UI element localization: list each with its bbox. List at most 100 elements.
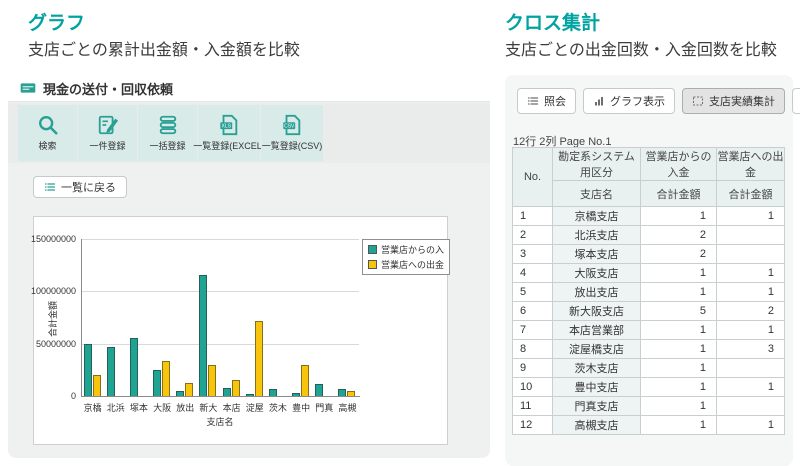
toolbar-button-label: 一覧登録(EXCEL) <box>193 139 265 152</box>
bulk-register-icon <box>157 114 179 136</box>
x-axis-tick-label: 放出 <box>174 401 197 414</box>
col-header-deposit-total: 合計金額 <box>641 181 717 207</box>
cell-no: 1 <box>513 207 553 226</box>
legend-item: 営業店からの入 <box>368 243 444 256</box>
bar-deposit-高槻 <box>338 389 346 396</box>
list-icon <box>527 95 539 107</box>
cross-tab-button-1[interactable]: 照会 <box>517 88 576 114</box>
cell-deposit-count: 1 <box>641 321 717 340</box>
svg-text:CSV: CSV <box>284 124 295 130</box>
right-panel-title: クロス集計 <box>505 8 600 35</box>
cell-no: 12 <box>513 416 553 435</box>
bar-withdrawal-新大 <box>208 365 216 396</box>
button-label: グラフ表示 <box>610 93 665 109</box>
cash-icon <box>20 81 36 95</box>
window-title: 現金の送付・回収依頼 <box>43 79 173 98</box>
toolbar-button-label: 一覧登録(CSV) <box>262 139 323 152</box>
back-to-list-button[interactable]: 一覧に戻る <box>33 176 127 198</box>
toolbar-button-1[interactable]: 検索 <box>18 105 77 161</box>
table-row: 8淀屋橋支店13 <box>513 340 785 359</box>
x-axis-line <box>81 396 360 397</box>
table-header: No.勘定系システム用区分営業店からの入金営業店への出金支店名合計金額合計金額 <box>513 148 785 207</box>
cell-no: 5 <box>513 283 553 302</box>
cell-withdrawal-count <box>717 226 785 245</box>
cell-deposit-count: 1 <box>641 397 717 416</box>
legend-label: 営業店からの入 <box>381 243 444 256</box>
cell-deposit-count: 2 <box>641 245 717 264</box>
cell-deposit-count: 1 <box>641 264 717 283</box>
x-axis-tick-label: 大阪 <box>151 401 174 414</box>
cell-withdrawal-count: 1 <box>717 283 785 302</box>
cell-deposit-count: 1 <box>641 207 717 226</box>
table-row: 7本店営業部11 <box>513 321 785 340</box>
cross-tab-panel: 照会グラフ表示支店実績集計ダウンロード(EXCEL) 12行 2列 Page N… <box>505 75 793 466</box>
legend-swatch <box>368 245 377 254</box>
table-row: 12高槻支店11 <box>513 416 785 435</box>
col-header-no: No. <box>513 148 553 207</box>
toolbar-button-4[interactable]: XLS一覧登録(EXCEL) <box>198 105 260 161</box>
table-row: 1京橋支店11 <box>513 207 785 226</box>
left-panel-subtitle: 支店ごとの累計出金額・入金額を比較 <box>28 36 300 60</box>
bar-withdrawal-放出 <box>185 383 193 396</box>
cell-withdrawal-count: 1 <box>717 264 785 283</box>
cell-withdrawal-count: 1 <box>717 378 785 397</box>
cell-withdrawal-count: 3 <box>717 340 785 359</box>
cell-no: 8 <box>513 340 553 359</box>
bar-withdrawal-京橋 <box>93 375 101 396</box>
col-header-system: 勘定系システム用区分 <box>553 148 641 181</box>
cross-tab-button-3[interactable]: 支店実績集計 <box>682 88 785 114</box>
right-panel-subtitle: 支店ごとの出金回数・入金回数を比較 <box>505 36 777 60</box>
legend-swatch <box>368 260 377 269</box>
cell-no: 3 <box>513 245 553 264</box>
cell-branch: 門真支店 <box>553 397 641 416</box>
window-title-bar: 現金の送付・回収依頼 <box>8 75 490 102</box>
cell-no: 2 <box>513 226 553 245</box>
table-row: 11門真支店1 <box>513 397 785 416</box>
legend-label: 営業店への出金 <box>381 258 444 271</box>
button-label: 支店実績集計 <box>709 93 775 109</box>
x-axis-tick-label: 淀屋 <box>243 401 266 414</box>
cell-deposit-count: 1 <box>641 283 717 302</box>
toolbar-button-label: 一括登録 <box>149 139 185 152</box>
chart-gridline <box>81 239 359 240</box>
chart-gridline <box>81 344 359 345</box>
register-one-icon <box>97 114 119 136</box>
toolbar-button-label: 検索 <box>38 139 56 152</box>
cell-branch: 豊中支店 <box>553 378 641 397</box>
cell-deposit-count: 2 <box>641 226 717 245</box>
table-row: 9茨木支店1 <box>513 359 785 378</box>
cell-deposit-count: 5 <box>641 302 717 321</box>
cell-withdrawal-count: 2 <box>717 302 785 321</box>
cell-branch: 京橋支店 <box>553 207 641 226</box>
cell-branch: 塚本支店 <box>553 245 641 264</box>
bar-chart: 営業店からの入営業店への出金 合計金額 支店名 0500000001000000… <box>33 216 448 445</box>
cell-branch: 大阪支店 <box>553 264 641 283</box>
table-row: 6新大阪支店52 <box>513 302 785 321</box>
x-axis-tick-label: 高槻 <box>336 401 359 414</box>
toolbar-button-2[interactable]: 一件登録 <box>78 105 137 161</box>
table-row: 5放出支店11 <box>513 283 785 302</box>
x-axis-tick-label: 京橋 <box>81 401 104 414</box>
chart-legend: 営業店からの入営業店への出金 <box>362 239 450 275</box>
table-icon <box>692 95 704 107</box>
cross-tab-button-4[interactable]: ダウンロード(EXCEL) <box>792 88 800 114</box>
cross-tab-button-2[interactable]: グラフ表示 <box>583 88 675 114</box>
toolbar: 検索 一件登録一括登録 XLS一覧登録(EXCEL) CSV 一覧登録(CSV) <box>8 103 490 163</box>
toolbar-button-3[interactable]: 一括登録 <box>138 105 197 161</box>
x-axis-title: 支店名 <box>81 415 359 428</box>
cell-no: 10 <box>513 378 553 397</box>
x-axis-tick-label: 本店 <box>220 401 243 414</box>
col-header-withdrawal: 営業店への出金 <box>717 148 785 181</box>
list-icon <box>44 181 56 193</box>
y-axis-title: 合計金額 <box>46 301 59 337</box>
table-row: 2北浜支店2 <box>513 226 785 245</box>
cell-no: 11 <box>513 397 553 416</box>
toolbar-button-5[interactable]: CSV 一覧登録(CSV) <box>261 105 323 161</box>
cell-branch: 新大阪支店 <box>553 302 641 321</box>
col-header-deposit: 営業店からの入金 <box>641 148 717 181</box>
bar-withdrawal-本店 <box>232 380 240 396</box>
bar-deposit-京橋 <box>84 344 92 396</box>
chart-plot-area <box>81 239 359 396</box>
bar-withdrawal-大阪 <box>162 361 170 396</box>
cell-no: 4 <box>513 264 553 283</box>
